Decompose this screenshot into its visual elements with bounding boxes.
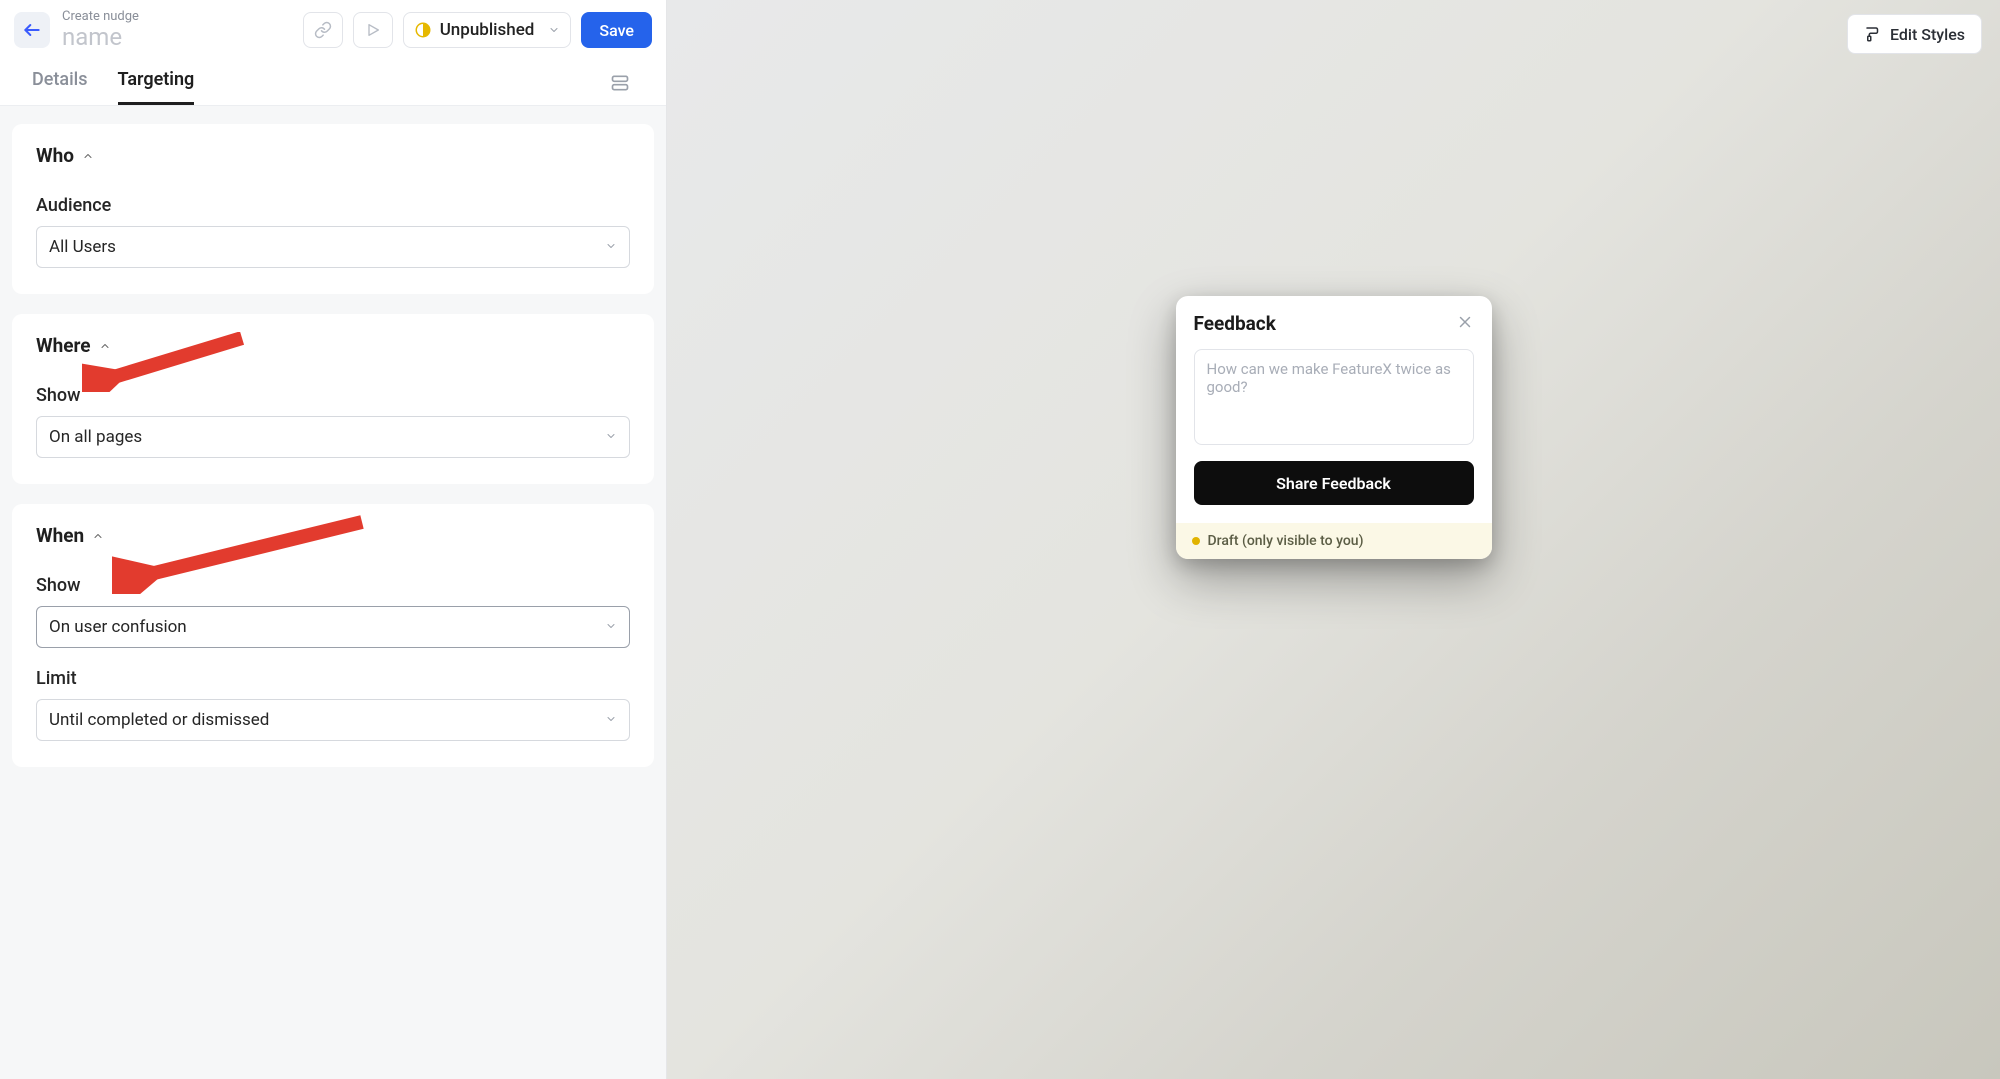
copy-link-button[interactable] (303, 12, 343, 48)
where-card: Where Show On all pages (12, 314, 654, 484)
who-card-header[interactable]: Who (36, 144, 630, 167)
feedback-widget: Feedback Share Feedback Draft (only visi… (1176, 296, 1492, 559)
header-toolbar: Unpublished Save (303, 12, 652, 48)
close-icon (1456, 313, 1474, 331)
where-show-value: On all pages (49, 427, 142, 447)
tab-details[interactable]: Details (32, 69, 88, 105)
feedback-close-button[interactable] (1456, 313, 1474, 335)
audience-value: All Users (49, 237, 116, 257)
chevron-up-icon (82, 144, 94, 167)
rows-icon (610, 73, 630, 93)
edit-styles-button[interactable]: Edit Styles (1847, 14, 1982, 54)
feedback-title: Feedback (1194, 312, 1276, 335)
limit-value: Until completed or dismissed (49, 710, 269, 730)
when-show-field: Show On user confusion (36, 575, 630, 648)
audience-field: Audience All Users (36, 195, 630, 268)
arrow-left-icon (22, 20, 42, 40)
draft-label: Draft (only visible to you) (1208, 533, 1364, 549)
where-show-field: Show On all pages (36, 385, 630, 458)
limit-label: Limit (36, 668, 630, 689)
share-feedback-button[interactable]: Share Feedback (1194, 461, 1474, 505)
paint-icon (1864, 25, 1882, 43)
header-kicker: Create nudge (62, 10, 291, 24)
editor-header: Create nudge name Unpublished (0, 0, 666, 105)
chevron-down-icon (548, 21, 560, 40)
nudge-name-placeholder[interactable]: name (62, 24, 291, 50)
when-title: When (36, 524, 84, 547)
back-button[interactable] (14, 12, 50, 48)
chevron-down-icon (605, 427, 617, 446)
chevron-down-icon (605, 617, 617, 636)
where-title: Where (36, 334, 91, 357)
when-card-header[interactable]: When (36, 524, 630, 547)
preview-button[interactable] (353, 12, 393, 48)
publish-status-dropdown[interactable]: Unpublished (403, 12, 572, 48)
when-show-value: On user confusion (49, 617, 187, 637)
who-card: Who Audience All Users (12, 124, 654, 294)
editor-panel: Create nudge name Unpublished (0, 0, 667, 1079)
tab-targeting[interactable]: Targeting (118, 69, 195, 105)
preview-panel: Edit Styles Feedback Share Feedback Draf… (667, 0, 2000, 1079)
tabs-row: Details Targeting (14, 55, 652, 105)
where-show-select[interactable]: On all pages (36, 416, 630, 458)
feedback-textarea[interactable] (1194, 349, 1474, 445)
edit-styles-label: Edit Styles (1890, 25, 1965, 44)
chevron-up-icon (99, 334, 111, 357)
limit-field: Limit Until completed or dismissed (36, 668, 630, 741)
chevron-down-icon (605, 237, 617, 256)
layout-toggle-button[interactable] (610, 73, 630, 97)
link-icon (314, 21, 332, 39)
title-block: Create nudge name (62, 10, 291, 51)
audience-select[interactable]: All Users (36, 226, 630, 268)
limit-select[interactable]: Until completed or dismissed (36, 699, 630, 741)
where-card-header[interactable]: Where (36, 334, 630, 357)
draft-dot-icon (1192, 537, 1200, 545)
chevron-down-icon (605, 710, 617, 729)
feedback-header: Feedback (1176, 296, 1492, 343)
header-top-row: Create nudge name Unpublished (14, 10, 652, 55)
where-show-label: Show (36, 385, 630, 406)
tabs: Details Targeting (32, 69, 194, 105)
feedback-body: Share Feedback (1176, 343, 1492, 523)
half-circle-icon (414, 21, 432, 39)
when-card: When Show On user confusion Limit Until … (12, 504, 654, 767)
cards-container: Who Audience All Users Where (0, 106, 666, 785)
status-label: Unpublished (440, 20, 535, 40)
who-title: Who (36, 144, 74, 167)
when-show-select[interactable]: On user confusion (36, 606, 630, 648)
chevron-up-icon (92, 524, 104, 547)
when-show-label: Show (36, 575, 630, 596)
draft-banner: Draft (only visible to you) (1176, 523, 1492, 559)
play-icon (365, 22, 381, 38)
audience-label: Audience (36, 195, 630, 216)
save-button[interactable]: Save (581, 12, 652, 48)
